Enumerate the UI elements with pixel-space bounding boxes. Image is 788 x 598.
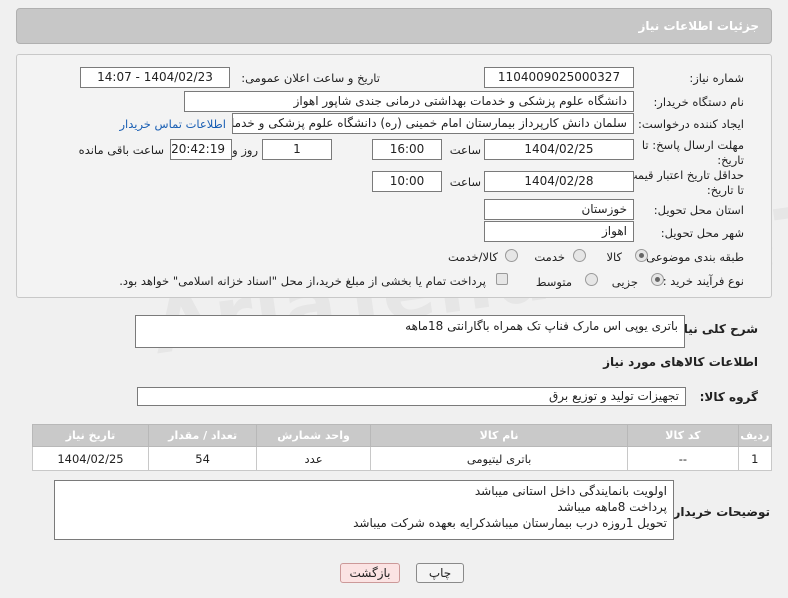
- province-field: خوزستان: [484, 199, 634, 220]
- category-option-service: خدمت: [534, 250, 565, 264]
- goods-group-field: تجهیزات تولید و توزیع برق: [137, 387, 686, 406]
- announce-label: تاریخ و ساعت اعلان عمومی:: [241, 71, 380, 85]
- city-field: اهواز: [484, 221, 634, 242]
- process-option-medium: متوسط: [535, 275, 572, 289]
- requester-label: ایجاد کننده درخواست:: [638, 117, 744, 131]
- col-quantity: تعداد / مقدار: [147, 424, 258, 447]
- buyer-notes-label: توضیحات خریدار:: [668, 505, 770, 519]
- deadline-date-field: 1404/02/25: [484, 139, 634, 160]
- category-option-goods: کالا: [606, 250, 622, 264]
- remaining-time-field: 20:42:19: [170, 139, 232, 160]
- cell-need-date: 1404/02/25: [32, 446, 149, 471]
- days-label: روز و: [232, 143, 258, 157]
- page-header: جزئیات اطلاعات نیاز: [16, 8, 772, 44]
- back-button[interactable]: بازگشت: [340, 563, 400, 583]
- col-name: نام کالا: [369, 424, 629, 447]
- cell-unit: عدد: [256, 446, 371, 471]
- category-label: طبقه بندی موضوعی:: [642, 250, 744, 264]
- need-number-label: شماره نیاز:: [689, 71, 744, 85]
- treasury-checkbox[interactable]: [496, 273, 508, 285]
- col-unit: واحد شمارش: [256, 424, 371, 447]
- need-number-field: 1104009025000327: [484, 67, 634, 88]
- process-radio-medium[interactable]: [585, 273, 598, 286]
- treasury-note: پرداخت تمام یا بخشی از مبلغ خرید،از محل …: [119, 274, 486, 288]
- col-row: ردیف: [737, 424, 773, 447]
- days-field: 1: [262, 139, 332, 160]
- cell-row: 1: [737, 446, 773, 471]
- goods-section-title: اطلاعات کالاهای مورد نیاز: [603, 355, 758, 369]
- page-title: جزئیات اطلاعات نیاز: [638, 19, 759, 33]
- col-code: کد کالا: [627, 424, 739, 447]
- deadline-label: مهلت ارسال پاسخ: تا تاریخ:: [641, 138, 744, 167]
- goods-table: ردیف کد کالا نام کالا واحد شمارش تعداد /…: [32, 424, 773, 471]
- category-radio-service[interactable]: [573, 249, 586, 262]
- process-label: نوع فرآیند خرید :: [662, 274, 744, 288]
- process-option-minor: جزیی: [611, 275, 638, 289]
- requester-field: سلمان دانش کارپرداز بیمارستان امام خمینی…: [232, 113, 634, 134]
- price-validity-date-field: 1404/02/28: [484, 171, 634, 192]
- print-button[interactable]: چاپ: [416, 563, 464, 583]
- cell-quantity: 54: [147, 446, 258, 471]
- process-radio-minor[interactable]: [651, 273, 664, 286]
- cell-code: --: [627, 446, 739, 471]
- announce-field: 1404/02/23 - 14:07: [80, 67, 230, 88]
- goods-group-label: گروه کالا:: [699, 390, 758, 404]
- deadline-time-field: 16:00: [372, 139, 442, 160]
- remaining-label: ساعت باقی مانده: [78, 143, 164, 157]
- province-label: استان محل تحویل:: [653, 203, 744, 217]
- description-textarea[interactable]: باتری یوپی اس مارک فناپ تک همراه باگاران…: [135, 315, 685, 348]
- buyer-org-label: نام دستگاه خریدار:: [653, 95, 744, 109]
- deadline-time-label: ساعت: [449, 143, 481, 157]
- category-option-goods-service: کالا/خدمت: [447, 250, 498, 264]
- price-validity-time-label: ساعت: [449, 175, 481, 189]
- col-need-date: تاریخ نیاز: [32, 424, 149, 447]
- price-validity-time-field: 10:00: [372, 171, 442, 192]
- cell-name: باتری لیتیومی: [369, 446, 629, 471]
- category-radio-goods[interactable]: [635, 249, 648, 262]
- buyer-org-field: دانشگاه علوم پزشکی و خدمات بهداشتی درمان…: [184, 91, 634, 112]
- buyer-notes-textarea[interactable]: اولویت بانمایندگی داخل استانی میباشد پرد…: [54, 480, 674, 540]
- category-radio-goods-service[interactable]: [505, 249, 518, 262]
- table-row: 1 -- باتری لیتیومی عدد 54 1404/02/25: [32, 446, 773, 471]
- city-label: شهر محل تحویل:: [660, 226, 744, 240]
- contact-info-link[interactable]: اطلاعات تماس خریدار: [119, 117, 226, 131]
